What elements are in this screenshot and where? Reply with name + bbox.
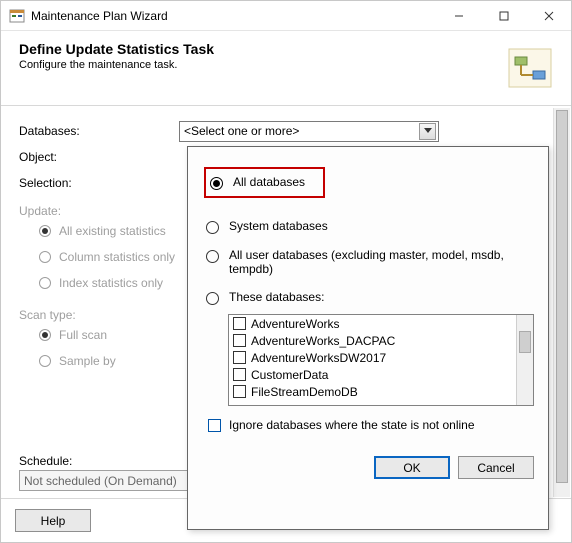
header-illustration-icon [503,41,557,95]
databases-listbox[interactable]: AdventureWorks AdventureWorks_DACPAC Adv… [228,314,534,406]
radio-icon [39,355,51,367]
databases-label: Databases: [19,124,179,138]
help-button[interactable]: Help [15,509,91,532]
listbox-scrollbar[interactable] [516,315,533,405]
radio-icon [39,329,51,341]
list-item-label: AdventureWorksDW2017 [251,351,386,365]
radio-label: Index statistics only [59,276,163,290]
radio-icon [206,250,219,263]
minimize-button[interactable] [436,1,481,31]
list-item[interactable]: CustomerData [229,366,516,383]
list-item[interactable]: AdventureWorksDW2017 [229,349,516,366]
radio-system-databases[interactable]: System databases [204,212,534,241]
schedule-value: Not scheduled (On Demand) [24,474,177,488]
list-item-label: AdventureWorks [251,317,339,331]
button-label: Cancel [477,461,514,475]
radio-label: All user databases (excluding master, mo… [229,248,532,276]
radio-all-user-databases[interactable]: All user databases (excluding master, mo… [204,241,534,283]
button-label: OK [403,461,420,475]
radio-icon [39,251,51,263]
checkbox-icon[interactable] [233,317,246,330]
page-subtitle: Configure the maintenance task. [19,59,214,71]
maximize-button[interactable] [481,1,526,31]
ignore-offline-checkbox[interactable]: Ignore databases where the state is not … [204,410,534,438]
radio-all-databases[interactable]: All databases [210,175,305,190]
list-item[interactable]: FileStreamDemoDB [229,383,516,400]
checkbox-label: Ignore databases where the state is not … [229,418,475,432]
app-icon [9,8,25,24]
cancel-button[interactable]: Cancel [458,456,534,479]
radio-label: Full scan [59,328,107,342]
scrollbar-thumb[interactable] [519,331,531,353]
list-item-label: CustomerData [251,368,328,382]
selected-radio-highlight: All databases [204,167,325,198]
page-scrollbar[interactable] [553,108,570,497]
radio-icon [206,221,219,234]
radio-label: These databases: [229,290,324,304]
radio-label: System databases [229,219,328,233]
button-label: Help [41,514,66,528]
databases-combo[interactable]: <Select one or more> [179,121,439,142]
list-item[interactable]: AdventureWorks_DACPAC [229,332,516,349]
ok-button[interactable]: OK [374,456,450,479]
radio-icon [210,177,223,190]
radio-these-databases[interactable]: These databases: [204,283,534,312]
selection-label: Selection: [19,176,179,190]
list-item-label: AdventureWorks_DACPAC [251,334,395,348]
radio-label: Column statistics only [59,250,175,264]
object-label: Object: [19,150,179,164]
radio-label: Sample by [59,354,116,368]
list-item-label: FileStreamDemoDB [251,385,358,399]
dropdown-arrow-icon[interactable] [419,123,436,140]
checkbox-icon[interactable] [233,368,246,381]
window-title: Maintenance Plan Wizard [31,9,436,23]
page-title: Define Update Statistics Task [19,41,214,57]
checkbox-icon[interactable] [208,419,221,432]
databases-dropdown-panel: All databases System databases All user … [187,146,549,530]
radio-label: All existing statistics [59,224,166,238]
checkbox-icon[interactable] [233,385,246,398]
radio-icon [39,225,51,237]
close-button[interactable] [526,1,571,31]
databases-combo-value: <Select one or more> [184,124,419,138]
checkbox-icon[interactable] [233,351,246,364]
radio-icon [206,292,219,305]
radio-label: All databases [233,175,305,189]
list-item[interactable]: AdventureWorks [229,315,516,332]
checkbox-icon[interactable] [233,334,246,347]
radio-icon [39,277,51,289]
scrollbar-thumb[interactable] [556,110,568,483]
